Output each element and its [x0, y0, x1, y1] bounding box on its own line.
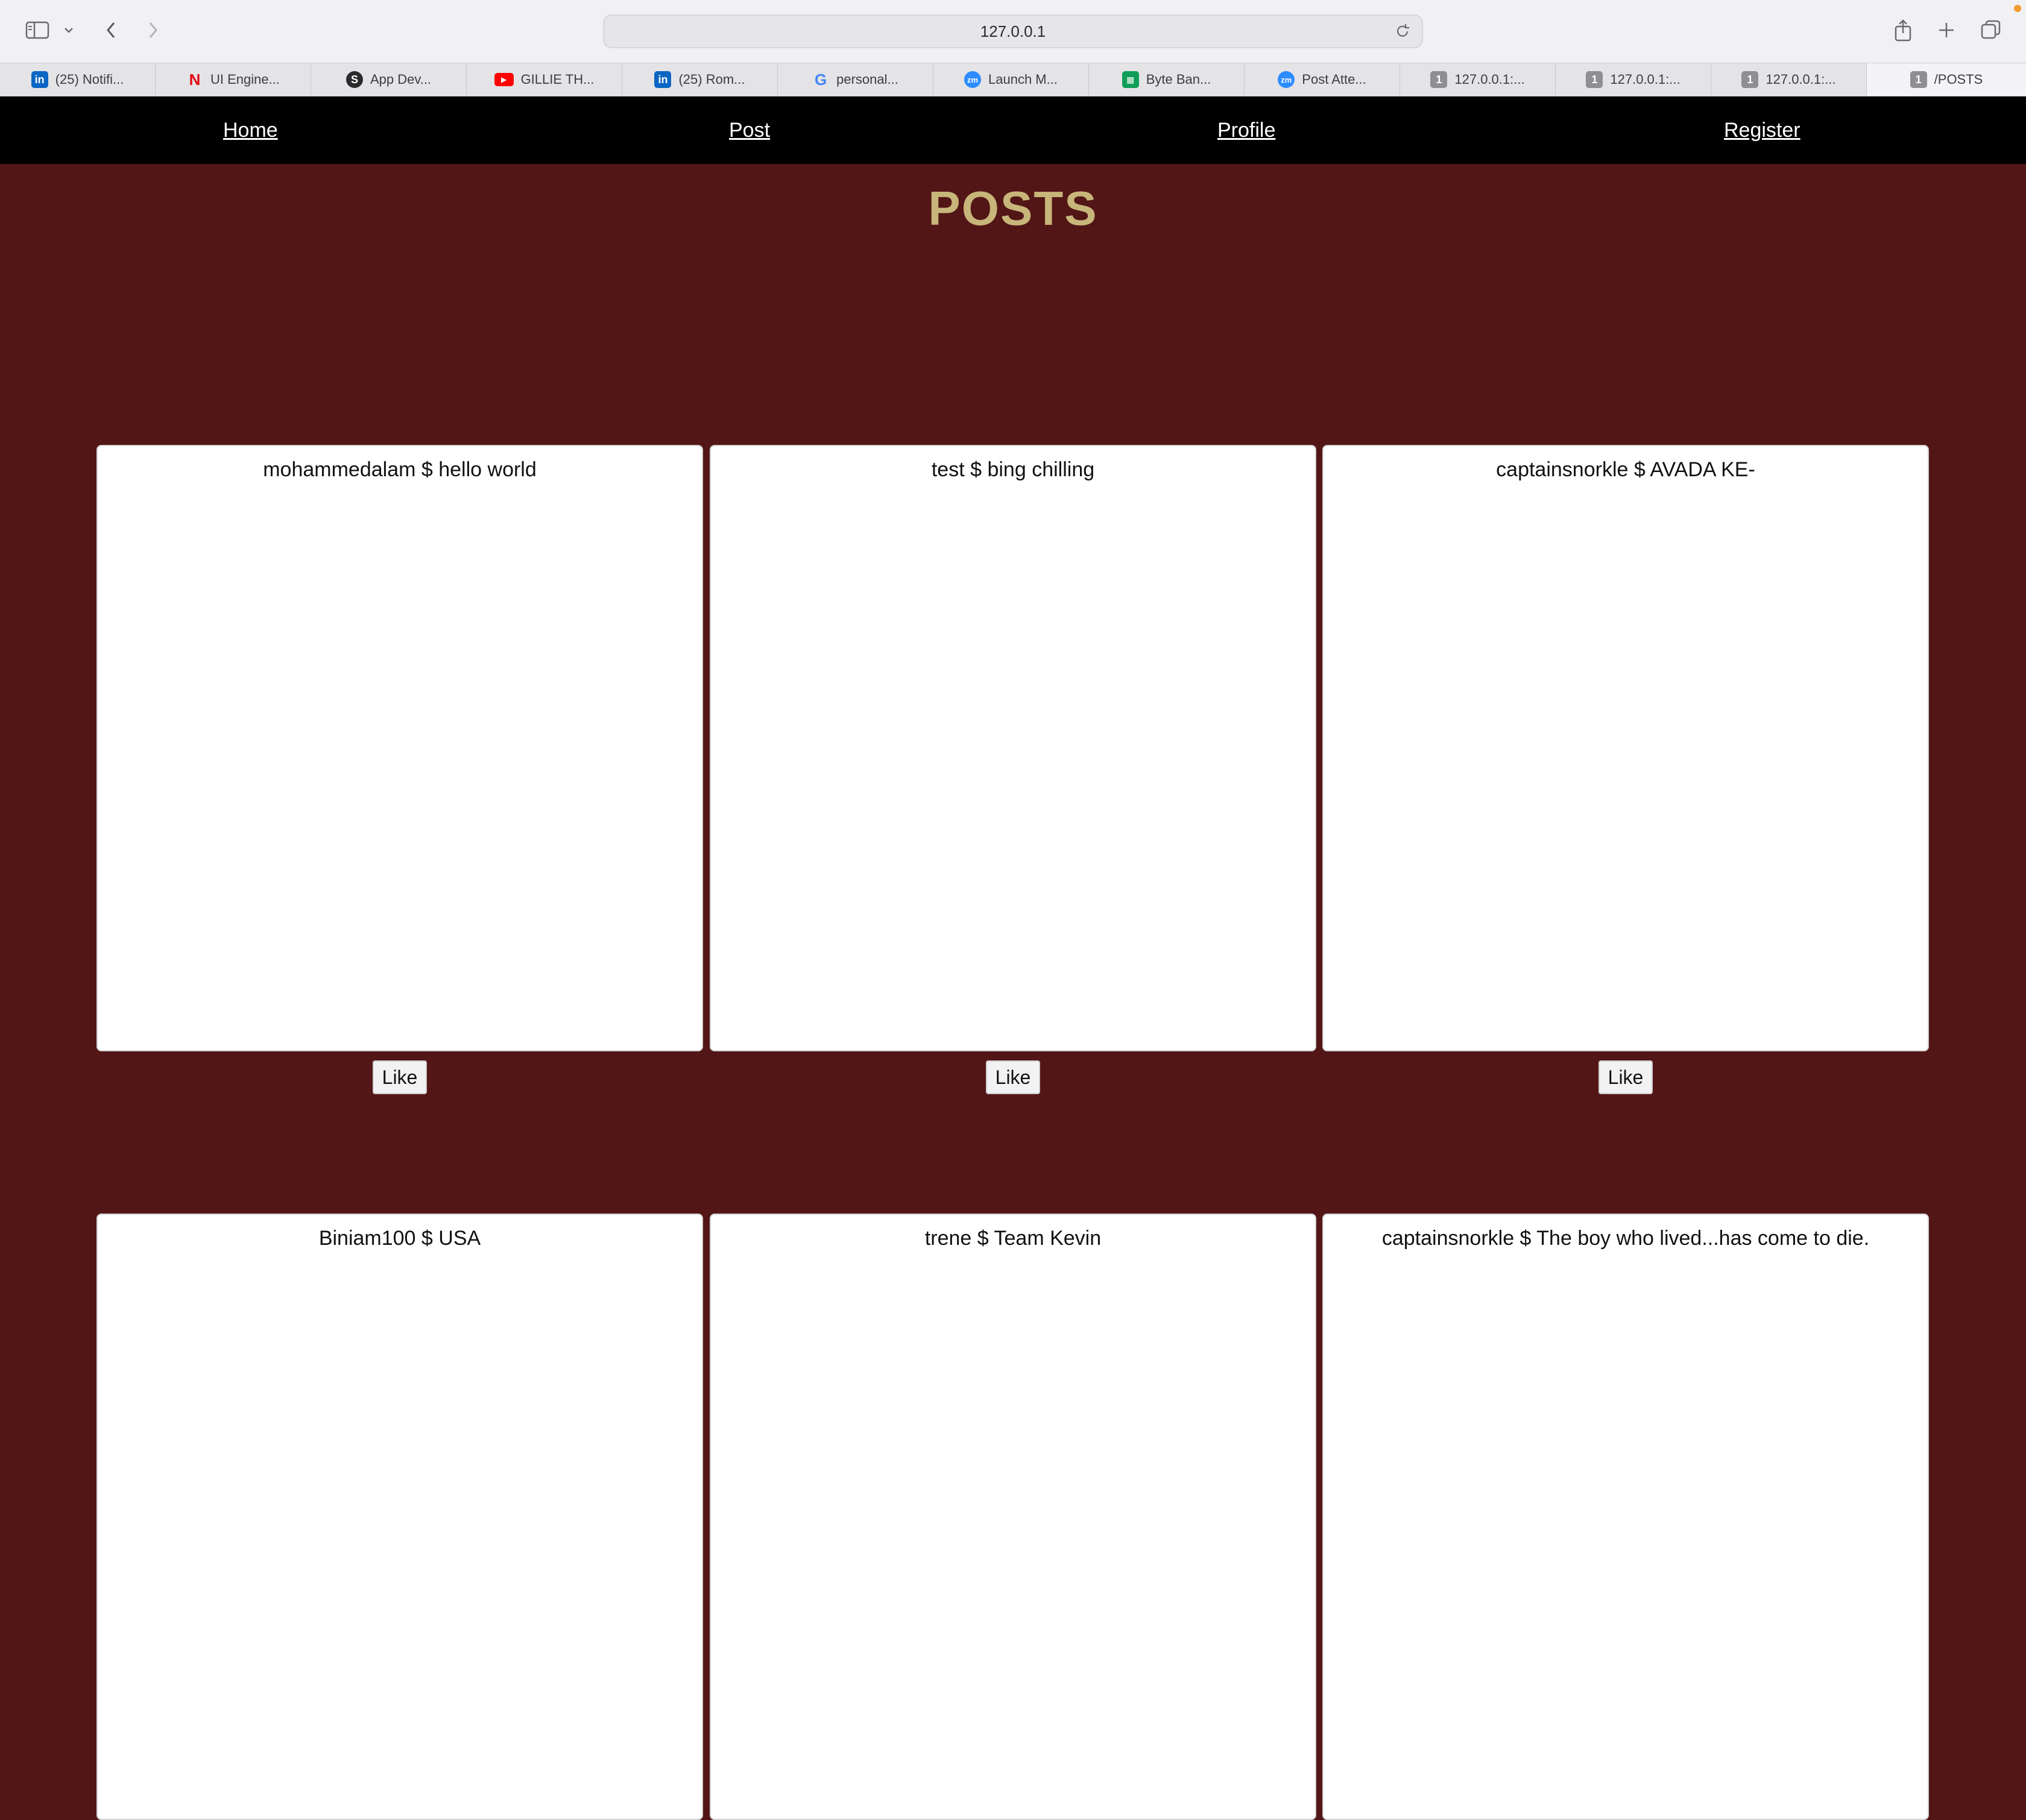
tab-label: App Dev... [370, 72, 432, 87]
tab-label: 127.0.0.1:... [1766, 72, 1836, 87]
page-title: POSTS [928, 181, 1098, 235]
notification-dot [2014, 5, 2021, 12]
tab-launch-meeting[interactable]: zm Launch M... [933, 63, 1089, 96]
post-card: test $ bing chilling [710, 445, 1316, 1051]
tab-label: Post Atte... [1302, 72, 1366, 87]
tab-label: GILLIE TH... [520, 72, 595, 87]
one-badge-icon: 1 [1430, 71, 1448, 88]
post-title: captainsnorkle $ AVADA KE- [1496, 458, 1755, 481]
tab-label: 127.0.0.1:... [1454, 72, 1525, 87]
tab-linkedin-notifications[interactable]: in (25) Notifi... [0, 63, 156, 96]
linkedin-icon: in [31, 71, 48, 88]
tab-post-attendee[interactable]: zm Post Atte... [1245, 63, 1400, 96]
nav-register-link[interactable]: Register [1724, 96, 1800, 164]
tab-label: personal... [836, 72, 898, 87]
nav-home-link[interactable]: Home [223, 96, 278, 164]
tab-bar: in (25) Notifi... N UI Engine... S App D… [0, 63, 2026, 96]
one-badge-icon: 1 [1741, 71, 1759, 88]
nav-post-link[interactable]: Post [729, 96, 770, 164]
linkedin-icon: in [654, 71, 672, 88]
post-title: mohammedalam $ hello world [263, 458, 537, 481]
post-title: Biniam100 $ USA [318, 1227, 481, 1250]
browser-toolbar: 127.0.0.1 [0, 0, 2026, 63]
post-title: trene $ Team Kevin [924, 1227, 1102, 1250]
tab-youtube[interactable]: ▶ GILLIE TH... [467, 63, 622, 96]
netflix-icon: N [189, 70, 201, 89]
zoom-icon: zm [964, 71, 982, 88]
tab-localhost-2[interactable]: 1 127.0.0.1:... [1556, 63, 1711, 96]
post-card: Biniam100 $ USA [96, 1214, 703, 1820]
share-icon[interactable] [1891, 13, 1915, 47]
tab-byte-ban[interactable]: ▦ Byte Ban... [1089, 63, 1245, 96]
sidebar-toggle-icon[interactable] [24, 13, 51, 47]
s-circle-icon: S [346, 71, 363, 88]
tab-localhost-3[interactable]: 1 127.0.0.1:... [1711, 63, 1867, 96]
tab-overview-icon[interactable] [1979, 13, 2003, 47]
post-title: test $ bing chilling [931, 458, 1095, 481]
back-icon[interactable] [101, 13, 121, 47]
youtube-icon: ▶ [494, 73, 514, 86]
tab-localhost-1[interactable]: 1 127.0.0.1:... [1400, 63, 1556, 96]
tab-linkedin-rom[interactable]: in (25) Rom... [622, 63, 778, 96]
like-button[interactable]: Like [373, 1060, 427, 1094]
post-title: captainsnorkle $ The boy who lived...has… [1381, 1227, 1870, 1250]
tab-app-dev[interactable]: S App Dev... [311, 63, 467, 96]
url-text: 127.0.0.1 [980, 22, 1046, 40]
chevron-down-icon[interactable] [62, 13, 76, 47]
post-card: captainsnorkle $ AVADA KE- [1322, 445, 1929, 1051]
like-button[interactable]: Like [1598, 1060, 1653, 1094]
tab-label: (25) Notifi... [55, 72, 124, 87]
sheets-icon: ▦ [1122, 71, 1139, 88]
tab-google-personal[interactable]: G personal... [778, 63, 933, 96]
tab-label: 127.0.0.1:... [1610, 72, 1680, 87]
tab-label: UI Engine... [210, 72, 280, 87]
tab-label: /POSTS [1934, 72, 1983, 87]
post-card: mohammedalam $ hello world [96, 445, 703, 1051]
post-card: trene $ Team Kevin [710, 1214, 1316, 1820]
address-bar[interactable]: 127.0.0.1 [603, 14, 1423, 48]
tab-label: (25) Rom... [678, 72, 745, 87]
tab-label: Byte Ban... [1146, 72, 1211, 87]
tab-posts-active[interactable]: 1 /POSTS [1867, 63, 2026, 96]
google-icon: G [815, 70, 827, 89]
post-card: captainsnorkle $ The boy who lived...has… [1322, 1214, 1929, 1820]
tab-ui-engine[interactable]: N UI Engine... [156, 63, 311, 96]
one-badge-icon: 1 [1586, 71, 1603, 88]
like-button[interactable]: Like [986, 1060, 1040, 1094]
new-tab-icon[interactable] [1934, 13, 1958, 47]
one-badge-icon: 1 [1910, 71, 1927, 88]
forward-icon[interactable] [144, 13, 163, 47]
zoom-icon: zm [1278, 71, 1295, 88]
reload-icon[interactable] [1394, 23, 1411, 40]
site-nav: Home Post Profile Register [0, 96, 2026, 164]
tab-label: Launch M... [988, 72, 1058, 87]
nav-profile-link[interactable]: Profile [1217, 96, 1275, 164]
